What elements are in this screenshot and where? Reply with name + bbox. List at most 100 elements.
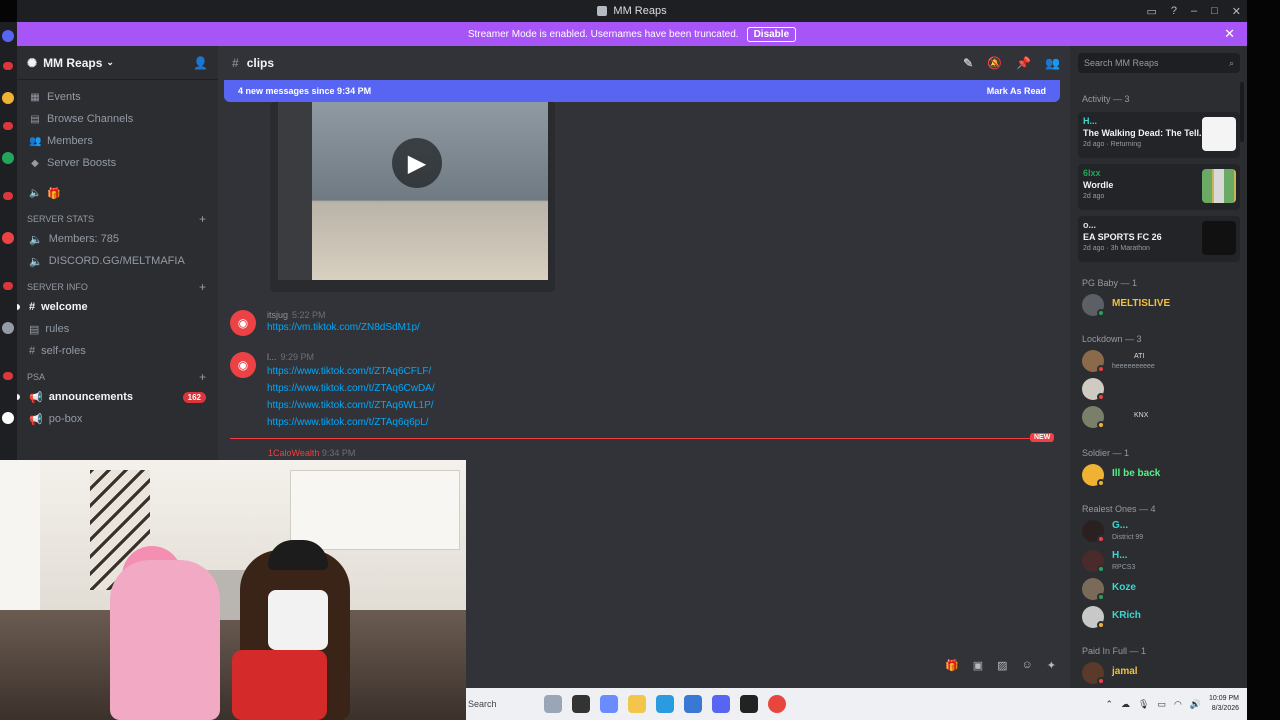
file-explorer-icon[interactable] bbox=[628, 695, 646, 713]
disable-button[interactable]: Disable bbox=[746, 26, 797, 42]
avatar[interactable]: ◉ bbox=[230, 352, 256, 378]
member-row[interactable]: KRich bbox=[1082, 606, 1242, 630]
apps-icon[interactable]: ✦ bbox=[1047, 659, 1056, 672]
mic-icon[interactable]: 🎙 bbox=[1138, 699, 1149, 710]
game-thumbnail bbox=[1202, 221, 1236, 255]
invite-icon[interactable]: 👤 bbox=[193, 56, 208, 70]
category-psa[interactable]: PSA + bbox=[17, 368, 218, 386]
maximize-button[interactable]: □ bbox=[1211, 5, 1218, 17]
member-list-icon[interactable]: 👥 bbox=[1045, 56, 1060, 70]
member-row[interactable]: KNX bbox=[1082, 406, 1242, 430]
widgets-icon[interactable] bbox=[544, 695, 562, 713]
activity-user: 6lxx bbox=[1083, 168, 1101, 178]
add-channel-icon[interactable]: + bbox=[199, 280, 206, 294]
nav-browse-channels[interactable]: ▤ Browse Channels bbox=[17, 108, 218, 130]
help-icon[interactable]: ? bbox=[1171, 5, 1177, 17]
nav-members[interactable]: 👥 Members bbox=[17, 130, 218, 152]
member-row[interactable]: H... RPCS3 bbox=[1082, 550, 1242, 574]
store-icon[interactable] bbox=[684, 695, 702, 713]
channel-invite-link[interactable]: 🔈 DISCORD.GG/MELTMAFIA bbox=[17, 250, 218, 272]
member-row[interactable]: heeeeeeeeee ATI bbox=[1082, 350, 1242, 374]
mark-as-read-button[interactable]: Mark As Read bbox=[987, 86, 1046, 96]
new-messages-bar[interactable]: 4 new messages since 9:34 PM Mark As Rea… bbox=[224, 80, 1060, 102]
channel-po-box[interactable]: 📢 po-box bbox=[17, 408, 218, 430]
volume-icon[interactable]: 🔊 bbox=[1190, 699, 1201, 710]
category-server-info[interactable]: SERVER INFO + bbox=[17, 278, 218, 296]
channel-announcements[interactable]: 📢 announcements 162 bbox=[17, 386, 218, 408]
system-tray: ⌃ ☁ 🎙 ▭ ◠ 🔊 10:09 PM 8/3/2026 bbox=[1105, 694, 1239, 714]
channel-self-roles[interactable]: # self-roles bbox=[17, 340, 218, 362]
username[interactable]: itsjug bbox=[267, 310, 288, 320]
minimize-button[interactable]: – bbox=[1191, 5, 1197, 17]
pin-icon[interactable]: 📌 bbox=[1016, 56, 1031, 70]
server-icon[interactable] bbox=[2, 30, 14, 42]
obs-icon[interactable] bbox=[740, 695, 758, 713]
server-icon[interactable] bbox=[2, 322, 14, 334]
clock-time: 10:09 PM bbox=[1209, 695, 1239, 702]
role-group-header: Lockdown — 3 bbox=[1082, 334, 1142, 344]
server-icon[interactable] bbox=[2, 412, 14, 424]
member-row[interactable]: jamal bbox=[1082, 662, 1242, 686]
username[interactable]: l... bbox=[267, 352, 277, 362]
server-icon[interactable] bbox=[2, 232, 14, 244]
calendar-icon: ▦ bbox=[30, 91, 40, 103]
add-channel-icon[interactable]: + bbox=[199, 212, 206, 226]
channel-members-count[interactable]: 🔈 Members: 785 bbox=[17, 228, 218, 250]
nav-server-boosts[interactable]: ◆ Server Boosts bbox=[17, 152, 218, 174]
nav-events[interactable]: ▦ Events bbox=[17, 86, 218, 108]
taskbar-search[interactable]: Search bbox=[468, 699, 538, 709]
play-icon[interactable]: ▶ bbox=[392, 138, 442, 188]
voice-row[interactable]: 🔈 🎁 bbox=[17, 182, 218, 204]
display-icon[interactable]: ▭ bbox=[1157, 699, 1166, 710]
window-title: MM Reaps bbox=[613, 5, 667, 17]
search-input[interactable]: Search MM Reaps ⌕ bbox=[1078, 53, 1240, 73]
server-icon[interactable] bbox=[2, 152, 14, 164]
task-view-icon[interactable] bbox=[572, 695, 590, 713]
member-row[interactable]: Ill be back bbox=[1082, 464, 1242, 488]
chrome-icon[interactable] bbox=[768, 695, 786, 713]
clock[interactable]: 10:09 PM 8/3/2026 bbox=[1209, 694, 1239, 714]
emoji-icon[interactable]: ☺ bbox=[1022, 659, 1033, 672]
megaphone-icon: 📢 bbox=[29, 413, 43, 426]
message-link[interactable]: https://www.tiktok.com/t/ZTAq6WL1P/ bbox=[267, 400, 434, 411]
avatar[interactable]: ◉ bbox=[230, 310, 256, 336]
cloud-icon[interactable]: ☁ bbox=[1121, 699, 1130, 710]
category-server-stats[interactable]: SERVER STATS + bbox=[17, 210, 218, 228]
close-button[interactable]: ✕ bbox=[1232, 5, 1241, 18]
activity-card[interactable]: H... The Walking Dead: The Tell... 2d ag… bbox=[1078, 112, 1240, 158]
member-row[interactable]: G... District 99 bbox=[1082, 520, 1242, 544]
gif-icon[interactable]: ▣ bbox=[973, 659, 983, 672]
member-row[interactable] bbox=[1082, 378, 1242, 402]
chevron-up-icon[interactable]: ⌃ bbox=[1105, 699, 1113, 710]
gift-icon[interactable]: 🎁 bbox=[945, 659, 959, 672]
member-name: H... bbox=[1112, 550, 1128, 561]
copilot-icon[interactable] bbox=[600, 695, 618, 713]
message-link[interactable]: https://www.tiktok.com/t/ZTAq6CFLF/ bbox=[267, 366, 431, 377]
inbox-icon[interactable]: ▭ bbox=[1146, 5, 1156, 18]
mute-icon[interactable]: 🔕 bbox=[987, 56, 1002, 70]
server-header[interactable]: ✺ MM Reaps ⌄ 👤 bbox=[17, 46, 218, 80]
message-link[interactable]: https://www.tiktok.com/t/ZTAq6q6pL/ bbox=[267, 417, 429, 428]
channel-rules[interactable]: ▤ rules bbox=[17, 318, 218, 340]
member-row[interactable]: MELTISLIVE bbox=[1082, 294, 1242, 318]
server-icon: ✺ bbox=[27, 55, 38, 70]
channel-welcome[interactable]: # welcome bbox=[17, 296, 218, 318]
activity-card[interactable]: o... EA SPORTS FC 26 2d ago · 3h Maratho… bbox=[1078, 216, 1240, 262]
wifi-icon[interactable]: ◠ bbox=[1174, 699, 1182, 710]
activity-card[interactable]: 6lxx Wordle 2d ago bbox=[1078, 164, 1240, 210]
add-channel-icon[interactable]: + bbox=[199, 370, 206, 384]
discord-icon[interactable] bbox=[712, 695, 730, 713]
scrollbar[interactable] bbox=[1240, 82, 1244, 142]
threads-icon[interactable]: ✎ bbox=[963, 56, 973, 70]
close-icon[interactable]: ✕ bbox=[1224, 26, 1235, 42]
message-link[interactable]: https://www.tiktok.com/t/ZTAq6CwDA/ bbox=[267, 383, 435, 394]
server-icon[interactable] bbox=[2, 92, 14, 104]
dnd-status-icon bbox=[1097, 535, 1105, 543]
edge-icon[interactable] bbox=[656, 695, 674, 713]
sticker-icon[interactable]: ▨ bbox=[997, 659, 1007, 672]
username[interactable]: 1CaloWealth bbox=[268, 448, 319, 458]
member-row[interactable]: Koze bbox=[1082, 578, 1242, 602]
video-embed[interactable]: ▶ bbox=[270, 102, 555, 292]
dnd-status-icon bbox=[1097, 393, 1105, 401]
message-link[interactable]: https://vm.tiktok.com/ZN8dSdM1p/ bbox=[267, 322, 420, 333]
